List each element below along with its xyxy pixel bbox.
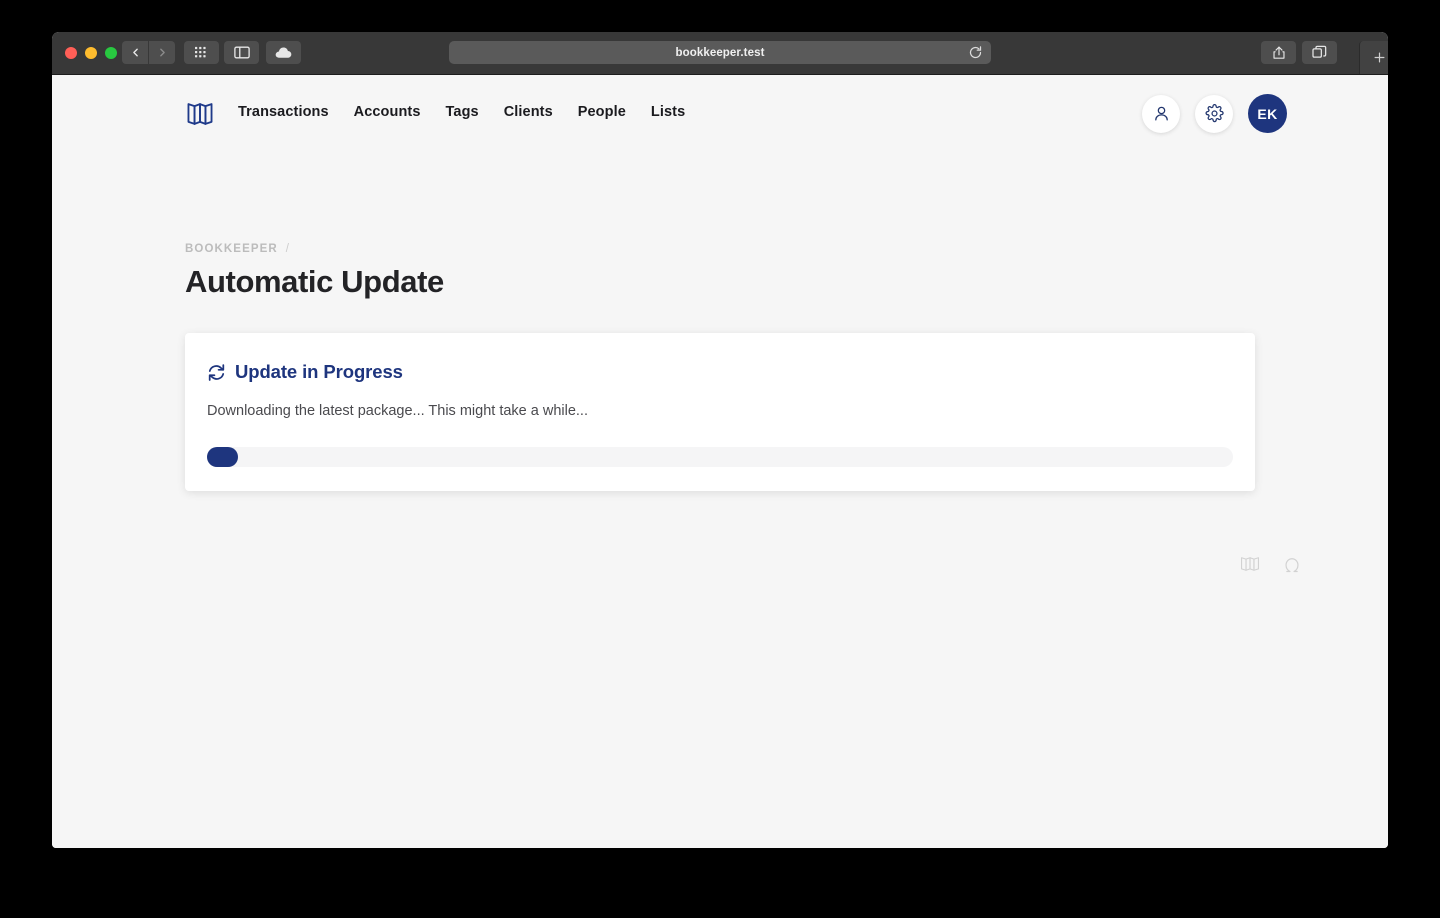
footer-icons bbox=[1239, 553, 1303, 580]
nav-item-transactions[interactable]: Transactions bbox=[238, 104, 329, 120]
back-button[interactable] bbox=[122, 41, 148, 64]
card-title-row: Update in Progress bbox=[207, 361, 403, 383]
progress-bar-fill bbox=[207, 447, 238, 467]
chevron-right-icon bbox=[159, 48, 165, 57]
nav-item-clients[interactable]: Clients bbox=[504, 104, 553, 120]
copy-tabs-icon bbox=[1312, 45, 1327, 58]
url-text: bookkeeper.test bbox=[675, 46, 765, 59]
chevron-left-icon bbox=[132, 48, 138, 57]
page-content: Transactions Accounts Tags Clients Peopl… bbox=[52, 75, 1388, 848]
page-heading-block: BOOKKEEPER / Automatic Update bbox=[185, 243, 444, 321]
sidebar-icon bbox=[233, 46, 250, 59]
main-navigation: Transactions Accounts Tags Clients Peopl… bbox=[238, 104, 685, 120]
breadcrumb-root[interactable]: BOOKKEEPER bbox=[185, 243, 278, 255]
header-actions: EK bbox=[1142, 94, 1287, 133]
nav-item-lists[interactable]: Lists bbox=[651, 104, 685, 120]
tab-grid-button[interactable] bbox=[184, 41, 219, 64]
profile-button[interactable] bbox=[1142, 94, 1180, 133]
browser-window: bookkeeper.test Transactions Accounts Ta… bbox=[52, 32, 1388, 848]
forward-button[interactable] bbox=[149, 41, 175, 64]
reload-button[interactable] bbox=[968, 45, 983, 60]
browser-titlebar: bookkeeper.test bbox=[52, 32, 1388, 75]
user-avatar[interactable]: EK bbox=[1248, 94, 1287, 133]
address-bar[interactable]: bookkeeper.test bbox=[449, 41, 991, 64]
minimize-window-button[interactable] bbox=[85, 47, 97, 59]
open-book-icon bbox=[1240, 557, 1260, 571]
tab-overview-button[interactable] bbox=[1302, 41, 1337, 64]
navigation-buttons bbox=[122, 41, 175, 64]
app-header: Transactions Accounts Tags Clients Peopl… bbox=[52, 75, 1388, 147]
settings-button[interactable] bbox=[1195, 94, 1233, 133]
share-button[interactable] bbox=[1261, 41, 1296, 64]
open-book-icon bbox=[187, 103, 213, 125]
reload-icon bbox=[969, 46, 982, 59]
nav-item-tags[interactable]: Tags bbox=[446, 104, 479, 120]
breadcrumb: BOOKKEEPER / bbox=[185, 243, 444, 255]
page-title: Automatic Update bbox=[185, 264, 444, 299]
sidebar-toggle-button[interactable] bbox=[224, 41, 259, 64]
user-icon bbox=[1154, 106, 1168, 121]
close-window-button[interactable] bbox=[65, 47, 77, 59]
omega-icon bbox=[1285, 558, 1299, 573]
nav-item-accounts[interactable]: Accounts bbox=[354, 104, 421, 120]
plus-icon bbox=[1374, 52, 1384, 63]
nav-item-people[interactable]: People bbox=[578, 104, 626, 120]
new-tab-button[interactable] bbox=[1359, 41, 1388, 74]
footer-bookkeeper-logo-icon[interactable] bbox=[1239, 553, 1261, 580]
grid-icon bbox=[195, 46, 206, 58]
window-controls bbox=[65, 47, 117, 59]
share-icon bbox=[1272, 46, 1285, 59]
bookkeeper-logo-icon[interactable] bbox=[185, 99, 215, 129]
cloud-icon bbox=[275, 47, 292, 58]
sync-spinner-icon bbox=[207, 363, 226, 382]
breadcrumb-separator: / bbox=[285, 243, 291, 255]
icloud-tabs-button[interactable] bbox=[266, 41, 301, 64]
footer-omega-icon[interactable] bbox=[1281, 553, 1303, 580]
card-title-text: Update in Progress bbox=[235, 361, 403, 382]
maximize-window-button[interactable] bbox=[105, 47, 117, 59]
gear-icon bbox=[1205, 104, 1224, 123]
progress-bar-track bbox=[207, 447, 1233, 467]
update-status-card: Update in Progress Downloading the lates… bbox=[185, 333, 1255, 491]
card-description: Downloading the latest package... This m… bbox=[207, 403, 588, 419]
